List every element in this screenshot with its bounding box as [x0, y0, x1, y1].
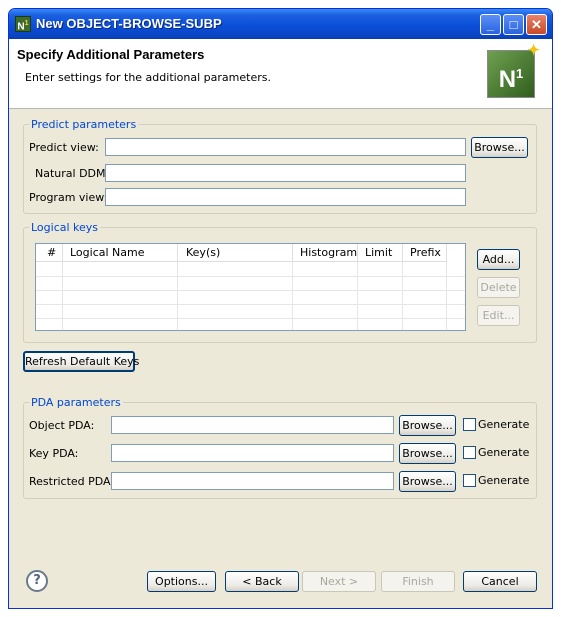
key-pda-generate-label: Generate [478, 446, 530, 459]
page-title: Specify Additional Parameters [17, 47, 205, 62]
key-pda-generate-checkbox[interactable] [463, 446, 476, 459]
logical-keys-legend: Logical keys [29, 221, 101, 234]
restricted-pda-generate-label: Generate [478, 474, 530, 487]
object-pda-browse-button[interactable]: Browse... [399, 415, 456, 436]
back-button[interactable]: < Back [225, 571, 299, 592]
column-header-prefix[interactable]: Prefix [403, 244, 447, 262]
table-grid-line [357, 262, 358, 330]
table-grid-line [292, 262, 293, 330]
table-grid-line [402, 262, 403, 330]
key-pda-field[interactable] [111, 444, 394, 462]
wizard-window: N1 New OBJECT-BROWSE-SUBP _ □ ✕ Specify … [8, 8, 553, 609]
refresh-default-keys-button[interactable]: Refresh Default Keys [23, 351, 139, 372]
object-pda-generate-label: Generate [478, 418, 530, 431]
finish-button[interactable]: Finish [381, 571, 455, 592]
key-pda-label: Key PDA: [29, 447, 79, 460]
column-header-number[interactable]: # [36, 244, 63, 262]
window-title: New OBJECT-BROWSE-SUBP [36, 16, 222, 31]
program-view-field[interactable] [105, 188, 466, 206]
table-row[interactable] [36, 290, 465, 291]
table-grid-line [62, 262, 63, 330]
star-icon: ✦ [527, 42, 540, 59]
maximize-button[interactable]: □ [503, 14, 524, 35]
edit-key-button[interactable]: Edit... [477, 305, 520, 326]
app-icon: N1 [15, 16, 31, 32]
natural-one-logo: N1 ✦ [487, 43, 540, 98]
next-button[interactable]: Next > [302, 571, 376, 592]
table-row[interactable] [36, 304, 465, 305]
options-button[interactable]: Options... [147, 571, 216, 592]
predict-view-field[interactable] [105, 138, 466, 156]
column-header-limit[interactable]: Limit [358, 244, 403, 262]
table-row[interactable] [36, 318, 465, 319]
predict-browse-button[interactable]: Browse... [471, 137, 528, 158]
key-pda-browse-button[interactable]: Browse... [399, 443, 456, 464]
object-pda-generate-checkbox[interactable] [463, 418, 476, 431]
minimize-button[interactable]: _ [480, 14, 501, 35]
program-view-label: Program view: [29, 191, 108, 204]
add-key-button[interactable]: Add... [477, 249, 520, 270]
title-bar[interactable]: N1 New OBJECT-BROWSE-SUBP _ □ ✕ [9, 9, 552, 39]
restricted-pda-field[interactable] [111, 472, 394, 490]
predict-parameters-legend: Predict parameters [29, 118, 139, 131]
object-pda-field[interactable] [111, 416, 394, 434]
natural-ddm-label: Natural DDM: [35, 167, 110, 180]
restricted-pda-browse-button[interactable]: Browse... [399, 471, 456, 492]
pda-parameters-legend: PDA parameters [29, 396, 123, 409]
logical-keys-table[interactable]: # Logical Name Key(s) Histogram Limit Pr… [35, 243, 466, 331]
page-description: Enter settings for the additional parame… [25, 71, 271, 84]
table-grid-line [177, 262, 178, 330]
close-button[interactable]: ✕ [526, 14, 547, 35]
table-grid-line [446, 262, 447, 330]
natural-ddm-field[interactable] [105, 164, 466, 182]
cancel-button[interactable]: Cancel [463, 571, 537, 592]
delete-key-button[interactable]: Delete [477, 277, 520, 298]
restricted-pda-generate-checkbox[interactable] [463, 474, 476, 487]
object-pda-label: Object PDA: [29, 419, 95, 432]
predict-view-label: Predict view: [29, 141, 99, 154]
table-row[interactable] [36, 276, 465, 277]
column-header-keys[interactable]: Key(s) [178, 244, 293, 262]
help-icon[interactable]: ? [26, 570, 48, 592]
column-header-logical-name[interactable]: Logical Name [63, 244, 178, 262]
column-header-histogram[interactable]: Histogram [293, 244, 358, 262]
restricted-pda-label: Restricted PDA: [29, 475, 115, 488]
wizard-header: Specify Additional Parameters Enter sett… [9, 39, 552, 109]
